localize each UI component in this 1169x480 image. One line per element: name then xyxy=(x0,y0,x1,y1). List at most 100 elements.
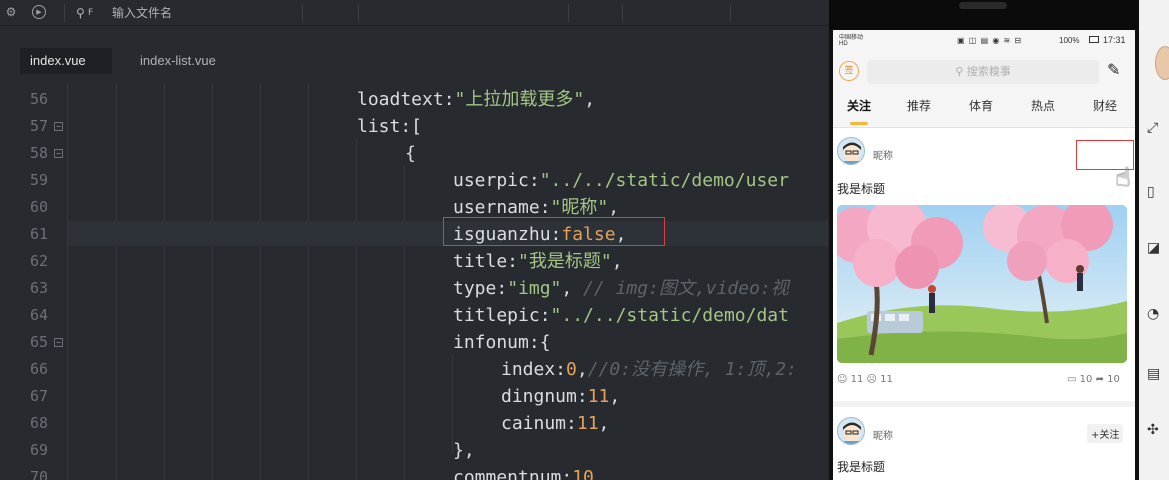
toolbar-divider xyxy=(358,4,359,22)
tab-finance[interactable]: 财经 xyxy=(1093,90,1117,128)
search-input[interactable]: ⚲ 搜索糗事 xyxy=(867,60,1099,84)
status-bar: 中国移动 HD ▣ ◫ ▤ ◉ ≋ ⊟ 100% 17:31 xyxy=(833,30,1135,52)
code-token: , xyxy=(576,359,588,380)
code-token: loadtext: xyxy=(357,89,455,110)
fold-toggle-icon[interactable]: − xyxy=(54,122,63,131)
fold-toggle-icon[interactable]: − xyxy=(54,338,63,347)
code-token: titlepic: xyxy=(453,305,551,326)
run-icon[interactable]: ▶ xyxy=(32,5,46,19)
code-token: , xyxy=(598,413,610,434)
phone-screen: 中国移动 HD ▣ ◫ ▤ ◉ ≋ ⊟ 100% 17:31 签 ⚲ 搜索糗事 … xyxy=(833,30,1135,480)
hand-cursor-icon: ☝ xyxy=(1115,163,1131,193)
post-card[interactable]: 昵称 +关注 我是标题 xyxy=(833,413,1135,480)
post-title[interactable]: 我是标题 xyxy=(837,458,885,475)
code-token: list:[ xyxy=(357,116,423,137)
toolbar-divider xyxy=(730,4,731,22)
line-number: 59 xyxy=(29,171,48,189)
avatar[interactable] xyxy=(837,417,865,445)
tab-sports[interactable]: 体育 xyxy=(969,90,993,128)
status-icons: ▣ ◫ ▤ ◉ ≋ ⊟ xyxy=(957,36,1023,45)
code-token: title: xyxy=(453,251,519,272)
simulator-sidebar: ⤢ ▯ ◪ ◔ ▤ ✣ xyxy=(1139,0,1169,480)
battery-level: 100% xyxy=(1059,36,1080,45)
code-token: , xyxy=(561,278,584,299)
screen-icon[interactable]: ▯ xyxy=(1147,184,1163,200)
annotation-box xyxy=(443,217,665,246)
follow-button[interactable]: +关注 xyxy=(1087,424,1124,443)
avatar[interactable] xyxy=(1155,46,1169,80)
line-number: 67 xyxy=(29,387,48,405)
code-token: 11 xyxy=(576,413,599,434)
tab-recommend[interactable]: 推荐 xyxy=(907,90,931,128)
post-username[interactable]: 昵称 xyxy=(873,147,893,162)
code-token: cainum: xyxy=(501,413,577,434)
post-stats-right: ▭ 10 ➦ 10 xyxy=(1067,374,1120,385)
fold-toggle-icon[interactable]: − xyxy=(54,149,63,158)
post-card[interactable]: 昵称 我是标题 ☺ 11 ☹ 11 ▭ 10 ➦ 10 ☝ xyxy=(833,129,1135,407)
toolbar-divider xyxy=(302,4,303,22)
line-number: 69 xyxy=(29,441,48,459)
code-token: "我是标题" xyxy=(518,251,612,272)
code-comment: // img:图文,video:视 xyxy=(583,278,789,299)
line-number: 65 xyxy=(29,333,48,351)
line-number: 56 xyxy=(29,90,48,108)
camera-icon[interactable]: ◪ xyxy=(1147,240,1163,256)
app-header: 签 ⚲ 搜索糗事 ✎ xyxy=(833,52,1135,90)
share-count: 10 xyxy=(1107,374,1120,385)
phone-simulator: 中国移动 HD ▣ ◫ ▤ ◉ ≋ ⊟ 100% 17:31 签 ⚲ 搜索糗事 … xyxy=(829,0,1139,480)
line-number: 66 xyxy=(29,360,48,378)
tab-hot[interactable]: 热点 xyxy=(1031,90,1055,128)
toolbar-divider xyxy=(64,4,65,22)
headset-icon[interactable]: ◔ xyxy=(1147,306,1163,322)
code-token: "img" xyxy=(507,278,562,299)
post-image[interactable] xyxy=(837,205,1127,363)
line-number: 58 xyxy=(29,144,48,162)
code-token: dingnum: xyxy=(501,386,588,407)
file-search-input[interactable]: 输入文件名 xyxy=(112,4,172,22)
code-comment: //0:没有操作, 1:顶,2: xyxy=(587,359,797,380)
rotate-icon[interactable]: ⤢ xyxy=(1147,120,1163,136)
line-number: 62 xyxy=(29,252,48,270)
post-title[interactable]: 我是标题 xyxy=(837,180,885,197)
code-token: 0 xyxy=(566,359,577,380)
comment-icon[interactable]: ▭ xyxy=(1067,374,1076,385)
avatar[interactable] xyxy=(837,137,865,165)
line-number: 64 xyxy=(29,306,48,324)
clipboard-icon[interactable]: ▤ xyxy=(1147,366,1163,382)
code-token: infonum:{ xyxy=(453,332,551,353)
post-username[interactable]: 昵称 xyxy=(873,427,893,442)
line-number: 57 xyxy=(29,117,48,135)
sign-in-icon[interactable]: 签 xyxy=(839,61,859,81)
code-token: "昵称" xyxy=(550,197,609,218)
tab-index-list-vue[interactable]: index-list.vue xyxy=(130,48,226,74)
puzzle-icon[interactable]: ✣ xyxy=(1147,422,1163,438)
code-token: , xyxy=(609,386,621,407)
frown-icon[interactable]: ☹ xyxy=(867,374,877,385)
line-number: 60 xyxy=(29,198,48,216)
post-stats-left: ☺ 11 ☹ 11 xyxy=(837,374,893,385)
ding-count: 11 xyxy=(850,374,864,385)
smile-icon[interactable]: ☺ xyxy=(837,374,847,385)
search-icon: ⚲ xyxy=(955,65,967,78)
code-token: { xyxy=(405,143,416,164)
code-token: "上拉加载更多" xyxy=(454,89,585,110)
code-token: "../../static/demo/user xyxy=(539,170,789,191)
tab-follow[interactable]: 关注 xyxy=(847,90,871,128)
edit-icon[interactable]: ✎ xyxy=(1107,60,1120,79)
code-token: 10 xyxy=(572,467,594,480)
search-placeholder: 搜索糗事 xyxy=(966,65,1011,78)
battery-icon xyxy=(1089,36,1099,43)
toolbar-divider xyxy=(622,4,623,22)
settings-icon[interactable]: ⚙ xyxy=(4,5,18,19)
share-icon[interactable]: ➦ xyxy=(1096,374,1104,385)
phone-top-bezel xyxy=(829,0,1139,30)
file-filter-icon: F xyxy=(88,8,94,18)
comment-count: 10 xyxy=(1079,374,1093,385)
tab-index-vue[interactable]: index.vue xyxy=(20,48,112,74)
category-tabs: 关注 推荐 体育 热点 财经 xyxy=(833,90,1135,128)
line-number: 68 xyxy=(29,414,48,432)
code-token: username: xyxy=(453,197,551,218)
code-token: "../../static/demo/dat xyxy=(550,305,789,326)
code-token: userpic: xyxy=(453,170,540,191)
line-number: 61 xyxy=(29,225,48,243)
